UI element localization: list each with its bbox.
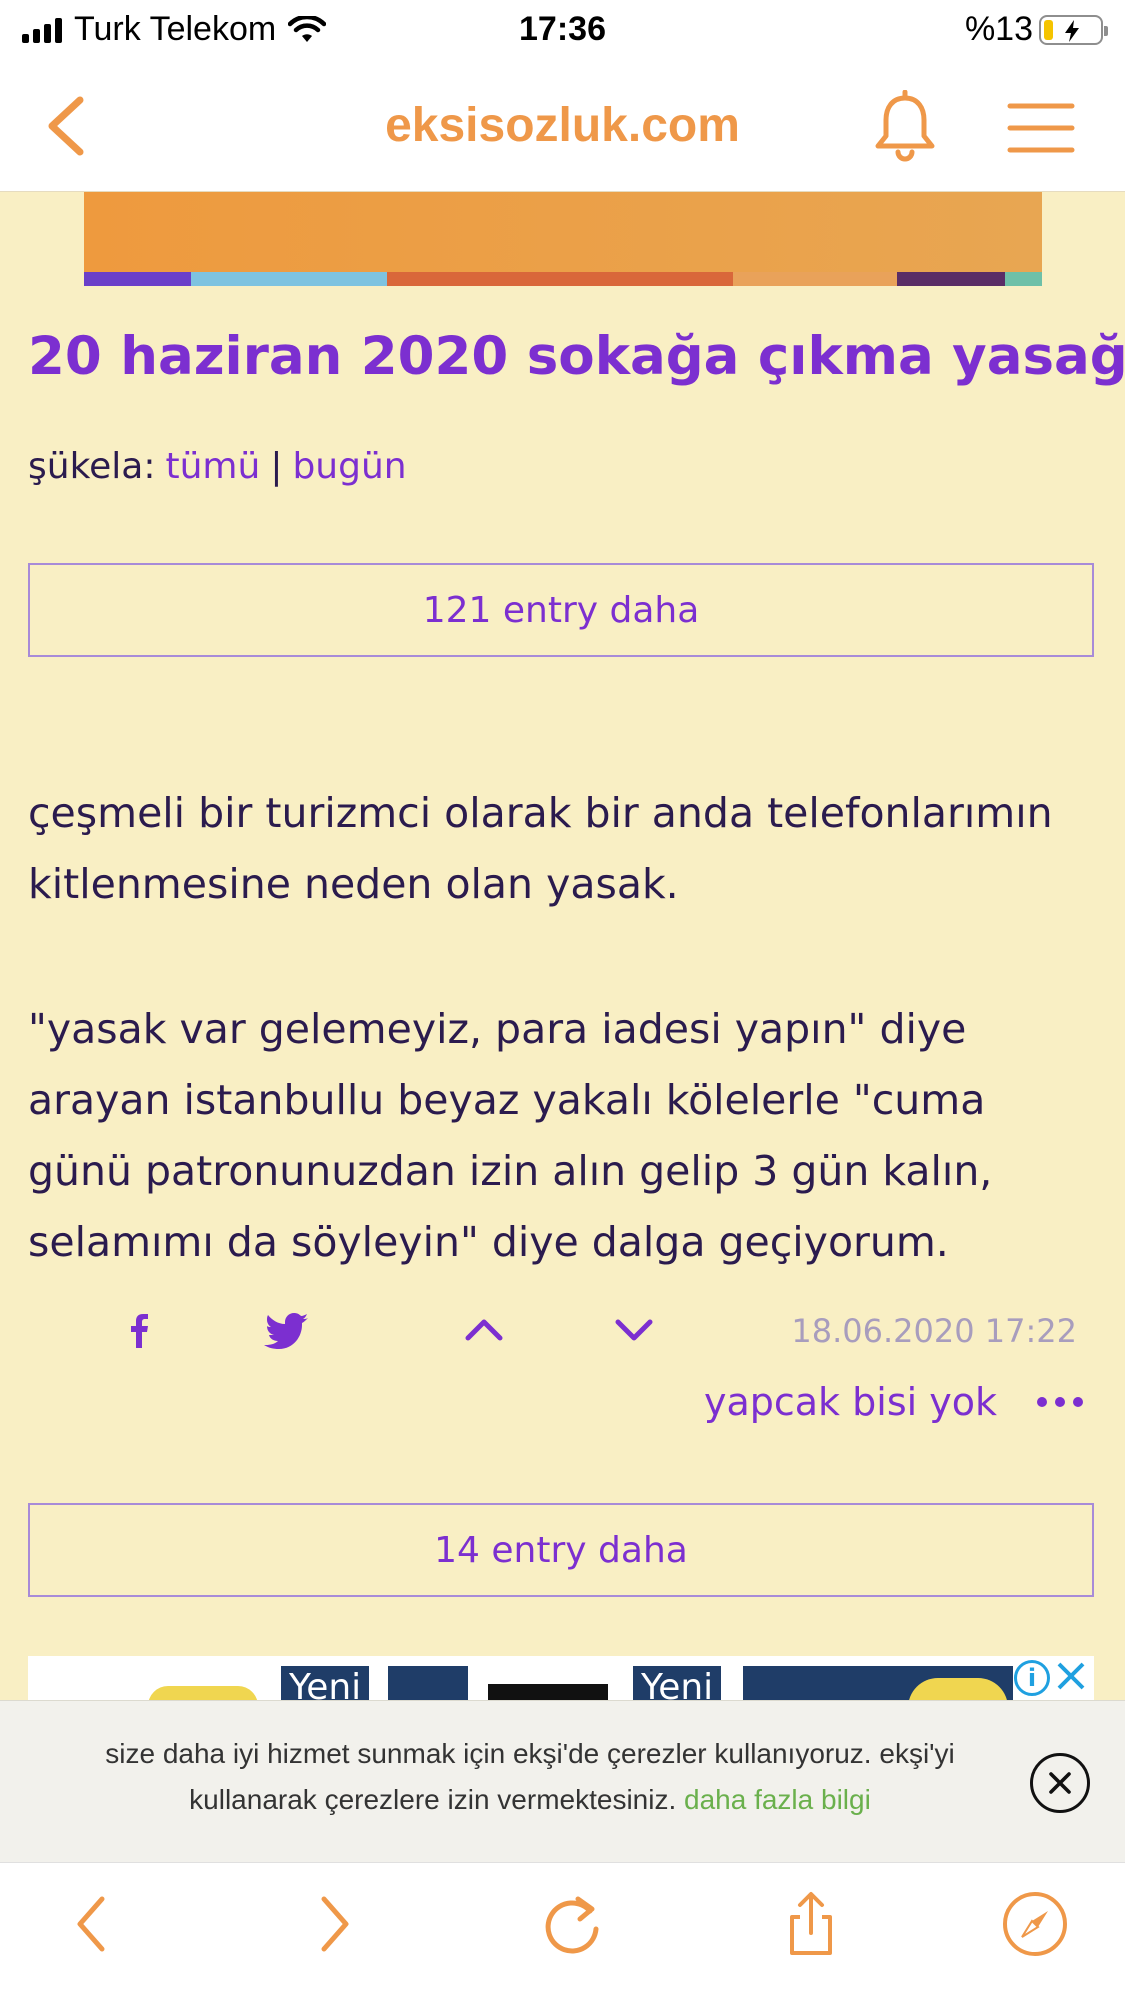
menu-icon[interactable] xyxy=(1006,100,1076,156)
browser-forward-icon[interactable] xyxy=(298,1889,368,1959)
twitter-icon[interactable] xyxy=(264,1306,312,1354)
more-entries-bottom-button[interactable]: 14 entry daha xyxy=(28,1503,1094,1597)
cookie-more-info-link[interactable]: daha fazla bilgi xyxy=(684,1784,871,1815)
clock: 17:36 xyxy=(519,10,606,48)
topic-title[interactable]: 20 haziran 2020 sokağa çıkma yasağı xyxy=(28,326,1125,387)
facebook-icon[interactable] xyxy=(115,1306,163,1354)
entry-author[interactable]: yapcak bisi yok xyxy=(704,1380,997,1424)
filter-today-link[interactable]: bugün xyxy=(292,446,406,487)
filter-separator: | xyxy=(270,446,283,487)
downvote-icon[interactable] xyxy=(610,1306,658,1354)
entry-actions: 18.06.2020 17:22 xyxy=(0,1300,1125,1360)
entry-paragraph-2: "yasak var gelemeyiz, para iadesi yapın"… xyxy=(28,1005,993,1266)
cookie-text: size daha iyi hizmet sunmak için ekşi'de… xyxy=(60,1731,1000,1823)
ad-badge-1: Yeni xyxy=(281,1666,370,1700)
ad-banner-stripes xyxy=(84,272,1042,286)
entry-author-row: yapcak bisi yok xyxy=(704,1380,1083,1424)
ad-info-icon[interactable]: i xyxy=(1014,1660,1050,1696)
more-dots-icon[interactable] xyxy=(1037,1397,1083,1407)
sort-filter: şükela: tümü | bugün xyxy=(28,446,407,487)
browser-toolbar xyxy=(0,1862,1125,2001)
share-icon[interactable] xyxy=(776,1889,846,1959)
battery-icon xyxy=(1039,14,1108,45)
close-icon[interactable] xyxy=(1030,1753,1090,1813)
ad-strip[interactable]: Yeni Yeni i xyxy=(28,1656,1094,1700)
more-entries-top-button[interactable]: 121 entry daha xyxy=(28,563,1094,657)
browser-back-icon[interactable] xyxy=(58,1889,128,1959)
site-header: eksisozluk.com xyxy=(0,62,1125,192)
status-bar: Turk Telekom 17:36 %13 xyxy=(0,0,1125,62)
compass-icon[interactable] xyxy=(1000,1889,1070,1959)
bell-icon[interactable] xyxy=(868,90,942,164)
battery-percent: %13 xyxy=(964,10,1033,48)
cookie-banner: size daha iyi hizmet sunmak için ekşi'de… xyxy=(0,1700,1125,1862)
site-logo[interactable]: eksisozluk.com xyxy=(0,98,1125,153)
status-right: %13 xyxy=(964,10,1108,49)
entry-paragraph-1: çeşmeli bir turizmci olarak bir anda tel… xyxy=(28,789,1053,908)
upvote-icon[interactable] xyxy=(460,1306,508,1354)
ad-badge-2: Yeni xyxy=(633,1666,722,1700)
entry-date[interactable]: 18.06.2020 17:22 xyxy=(791,1312,1077,1350)
reload-icon[interactable] xyxy=(538,1889,608,1959)
sukela-label: şükela: xyxy=(28,446,156,487)
ad-close-icon[interactable] xyxy=(1054,1656,1088,1696)
filter-all-link[interactable]: tümü xyxy=(165,446,260,487)
